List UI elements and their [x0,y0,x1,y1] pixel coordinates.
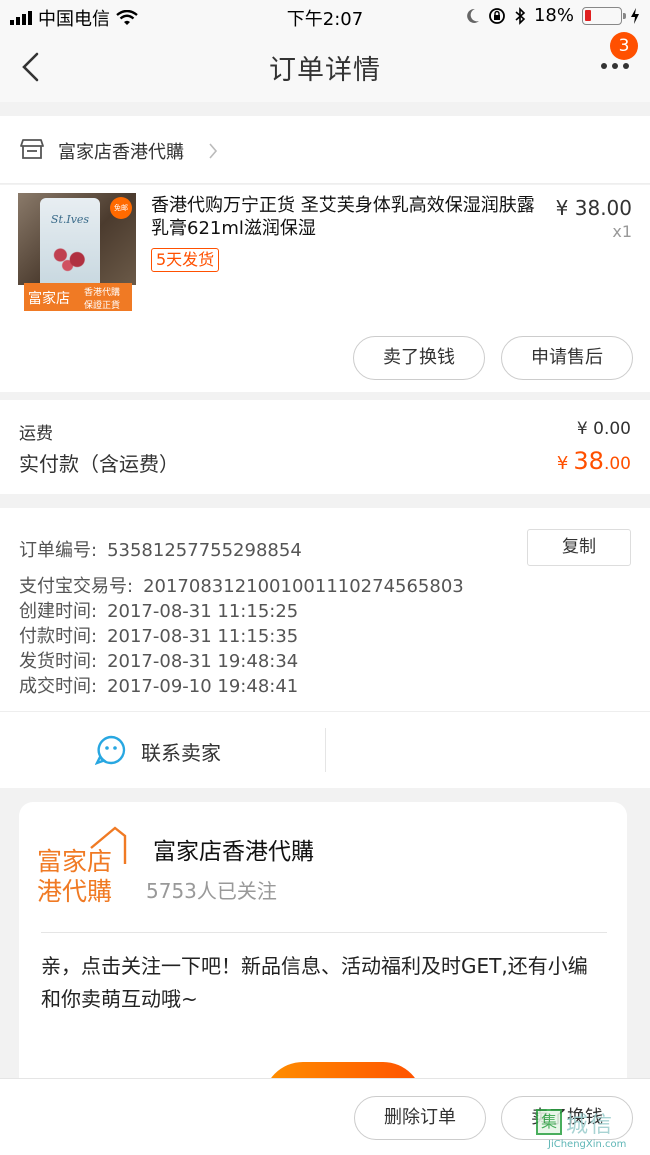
after-sale-button[interactable]: 申请售后 [501,336,633,380]
thumb-brand-bar: 富家店 香港代購 保證正貨 [24,283,132,311]
product-quantity: x1 [612,222,632,241]
delivery-tag: 5天发货 [151,248,220,272]
paid-amount: ¥ 38.00 [556,447,631,475]
product-thumbnail[interactable]: St.Ives 免邮 富家店 香港代購 保證正貨 [18,193,136,311]
charging-icon [631,7,639,24]
paid-label: 实付款（含运费） [19,452,179,476]
copy-button[interactable]: 复制 [527,529,631,566]
order-info: 订单编号: 53581257755298854 复制 支付宝交易号: 2017083… [0,508,650,712]
bottom-action-bar: 删除订单 卖了换钱 集 城信 JiChengXin.com [0,1078,650,1155]
notification-badge: 3 [610,32,638,60]
shop-name: 富家店香港代購 [58,142,184,163]
divider [325,728,326,772]
nav-bar: 订单详情 3 [0,32,650,102]
page-title: 订单详情 [269,55,381,86]
follow-shop-name: 富家店香港代購 [153,839,314,865]
product-title[interactable]: 香港代购万宁正货 圣艾芙身体乳高效保湿润肤露乳膏621ml滋润保湿 [151,194,551,240]
moon-icon [467,8,479,23]
status-right: 18% [466,5,640,26]
shop-logo[interactable]: 富家店 港代購 [37,824,131,906]
shipping-label: 运费 [19,424,53,444]
shipping-value: ¥ 0.00 [576,419,631,439]
status-bar: 中国电信 下午2:07 18% [0,0,650,32]
alipay-trade-row: 支付宝交易号: 2017083121001001110274565803 [19,576,464,597]
contact-seller-bar: 联系卖家 [0,712,650,788]
follower-count: 5753人已关注 [146,879,277,903]
follow-message: 亲，点击关注一下吧！新品信息、活动福利及时GET,还有小编和你卖萌互动哦~ [41,954,588,1011]
product-card: St.Ives 免邮 富家店 香港代購 保證正貨 香港代购万宁正货 圣艾芙身体乳… [0,185,650,392]
chevron-right-icon [209,143,218,159]
watermark: 集 城信 JiChengXin.com [530,1087,650,1155]
created-time-row: 创建时间: 2017-08-31 11:15:25 [19,601,299,622]
free-shipping-badge: 免邮 [110,197,132,219]
sell-for-cash-button[interactable]: 卖了换钱 [353,336,485,380]
delete-order-button[interactable]: 删除订单 [354,1096,486,1140]
completed-time-row: 成交时间: 2017-09-10 19:48:41 [19,676,299,697]
chat-icon [95,735,126,765]
battery-percent: 18% [533,5,574,26]
bluetooth-icon [515,6,526,25]
rotation-lock-icon [489,7,505,24]
battery-icon [582,6,626,25]
shop-icon [20,139,44,159]
watermark-logo: 集 [536,1109,562,1135]
follow-shop-card: 富家店 港代購 富家店香港代購 5753人已关注 亲，点击关注一下吧！新品信息、… [19,802,627,1102]
order-totals: 运费 ¥ 0.00 实付款（含运费） ¥ 38.00 [0,400,650,494]
divider [41,932,607,933]
contact-seller-button[interactable]: 联系卖家 [141,737,221,766]
order-number-row: 订单编号: 53581257755298854 [19,540,302,561]
shop-header[interactable]: 富家店香港代購 [0,116,650,184]
product-price: ¥ 38.00 [555,196,632,220]
paid-time-row: 付款时间: 2017-08-31 11:15:35 [19,626,299,647]
thumb-bottle-brand: St.Ives [50,213,90,226]
shipped-time-row: 发货时间: 2017-08-31 19:48:34 [19,651,299,672]
